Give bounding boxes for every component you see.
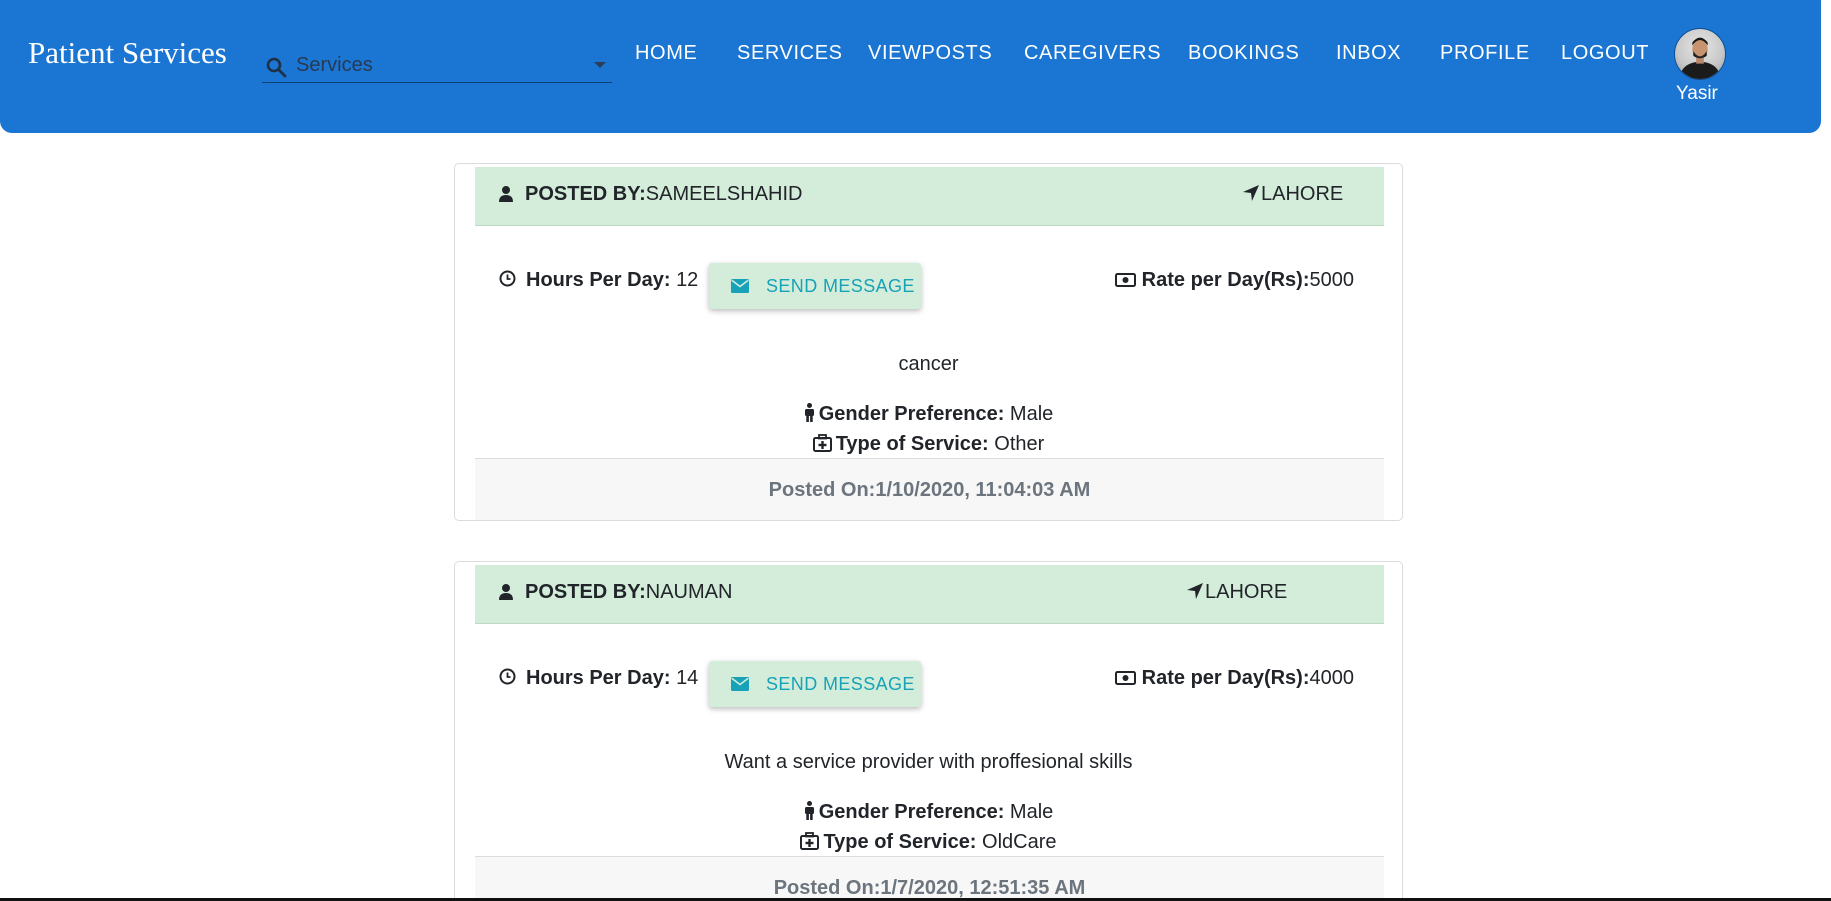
posted-on: Posted On:1/10/2020, 11:04:03 AM bbox=[475, 479, 1384, 502]
location-text: LAHORE bbox=[1261, 183, 1344, 205]
envelope-icon bbox=[731, 279, 749, 293]
card-header: POSTED BY:NAUMAN LAHORE bbox=[475, 565, 1384, 624]
send-message-button[interactable]: SEND MESSAGE bbox=[709, 661, 921, 707]
posted-on-label: Posted On: bbox=[773, 877, 881, 899]
service-type-label: Type of Service: bbox=[823, 831, 977, 853]
nav-inbox[interactable]: INBOX bbox=[1336, 42, 1401, 65]
gender-value: Male bbox=[1009, 403, 1054, 425]
rate-per-day: Rate per Day(Rs):5000 bbox=[1114, 269, 1355, 292]
search-icon bbox=[266, 57, 287, 78]
posted-by: POSTED BY:SAMEELSHAHID bbox=[499, 183, 802, 206]
hours-value: 12 bbox=[676, 269, 699, 291]
type-of-service: Type of Service: Other bbox=[455, 433, 1402, 456]
services-search-select[interactable]: Services bbox=[262, 52, 612, 83]
clock-icon bbox=[499, 668, 516, 685]
brand-title[interactable]: Patient Services bbox=[28, 35, 227, 71]
hours-per-day: Hours Per Day: 14 bbox=[499, 667, 698, 690]
user-icon bbox=[499, 584, 513, 600]
gender-label: Gender Preference: bbox=[818, 403, 1005, 425]
money-icon bbox=[1114, 671, 1136, 685]
nav-caregivers[interactable]: CAREGIVERS bbox=[1024, 42, 1161, 65]
gender-preference: Gender Preference: Male bbox=[455, 403, 1402, 426]
hours-label: Hours Per Day: bbox=[526, 269, 671, 291]
post-description: Want a service provider with proffesiona… bbox=[724, 751, 1133, 773]
male-icon bbox=[804, 801, 814, 820]
service-type-value: Other bbox=[994, 433, 1045, 455]
send-message-button[interactable]: SEND MESSAGE bbox=[709, 263, 921, 309]
posted-on-date: 1/7/2020, 12:51:35 AM bbox=[880, 877, 1086, 899]
nav-services[interactable]: SERVICES bbox=[737, 42, 843, 65]
medkit-icon bbox=[800, 832, 820, 850]
post-card: POSTED BY:SAMEELSHAHID LAHORE Hours Per … bbox=[454, 163, 1403, 521]
posted-by-user: SAMEELSHAHID bbox=[645, 183, 803, 205]
hours-value: 14 bbox=[676, 667, 699, 689]
nav-bookings[interactable]: BOOKINGS bbox=[1188, 42, 1300, 65]
top-navbar: Patient Services Services HOME SERVICES … bbox=[0, 0, 1821, 133]
nav-logout[interactable]: LOGOUT bbox=[1561, 42, 1649, 65]
medkit-icon bbox=[812, 434, 832, 452]
rate-per-day: Rate per Day(Rs):4000 bbox=[1114, 667, 1355, 690]
male-icon bbox=[804, 403, 814, 422]
gender-value: Male bbox=[1009, 801, 1054, 823]
location: LAHORE bbox=[1187, 581, 1287, 604]
nav-profile[interactable]: PROFILE bbox=[1440, 42, 1530, 65]
rate-value: 4000 bbox=[1309, 667, 1355, 689]
card-header: POSTED BY:SAMEELSHAHID LAHORE bbox=[475, 167, 1384, 226]
location-text: LAHORE bbox=[1205, 581, 1288, 603]
gender-label: Gender Preference: bbox=[818, 801, 1005, 823]
nav-viewposts[interactable]: VIEWPOSTS bbox=[868, 42, 992, 65]
avatar[interactable] bbox=[1674, 28, 1726, 80]
envelope-icon bbox=[731, 677, 749, 691]
posted-on-label: Posted On: bbox=[768, 479, 876, 501]
hours-per-day: Hours Per Day: 12 bbox=[499, 269, 698, 292]
avatar-photo bbox=[1680, 37, 1720, 79]
rate-value: 5000 bbox=[1309, 269, 1355, 291]
posted-by-label: POSTED BY: bbox=[525, 581, 646, 603]
location: LAHORE bbox=[1243, 183, 1343, 206]
location-arrow-icon bbox=[1243, 185, 1259, 201]
posted-on: Posted On:1/7/2020, 12:51:35 AM bbox=[475, 877, 1384, 900]
rate-label: Rate per Day(Rs): bbox=[1141, 269, 1310, 291]
rate-label: Rate per Day(Rs): bbox=[1141, 667, 1310, 689]
nav-home[interactable]: HOME bbox=[635, 42, 697, 65]
posted-by-user: NAUMAN bbox=[645, 581, 733, 603]
service-type-label: Type of Service: bbox=[835, 433, 989, 455]
clock-icon bbox=[499, 270, 516, 287]
posted-on-date: 1/10/2020, 11:04:03 AM bbox=[875, 479, 1091, 501]
user-icon bbox=[499, 186, 513, 202]
post-card: POSTED BY:NAUMAN LAHORE Hours Per Day: 1… bbox=[454, 561, 1403, 901]
hours-label: Hours Per Day: bbox=[526, 667, 671, 689]
posted-by: POSTED BY:NAUMAN bbox=[499, 581, 732, 604]
location-arrow-icon bbox=[1187, 583, 1203, 599]
posted-by-label: POSTED BY: bbox=[525, 183, 646, 205]
card-footer: Posted On:1/7/2020, 12:51:35 AM bbox=[475, 856, 1384, 901]
type-of-service: Type of Service: OldCare bbox=[455, 831, 1402, 854]
service-type-value: OldCare bbox=[982, 831, 1057, 853]
gender-preference: Gender Preference: Male bbox=[455, 801, 1402, 824]
card-footer: Posted On:1/10/2020, 11:04:03 AM bbox=[475, 458, 1384, 520]
search-placeholder: Services bbox=[296, 54, 373, 76]
post-description: cancer bbox=[898, 353, 959, 375]
send-message-label: SEND MESSAGE bbox=[766, 276, 915, 296]
send-message-label: SEND MESSAGE bbox=[766, 674, 915, 694]
money-icon bbox=[1114, 273, 1136, 287]
chevron-down-icon[interactable] bbox=[594, 62, 606, 68]
user-name[interactable]: Yasir bbox=[1676, 83, 1718, 105]
